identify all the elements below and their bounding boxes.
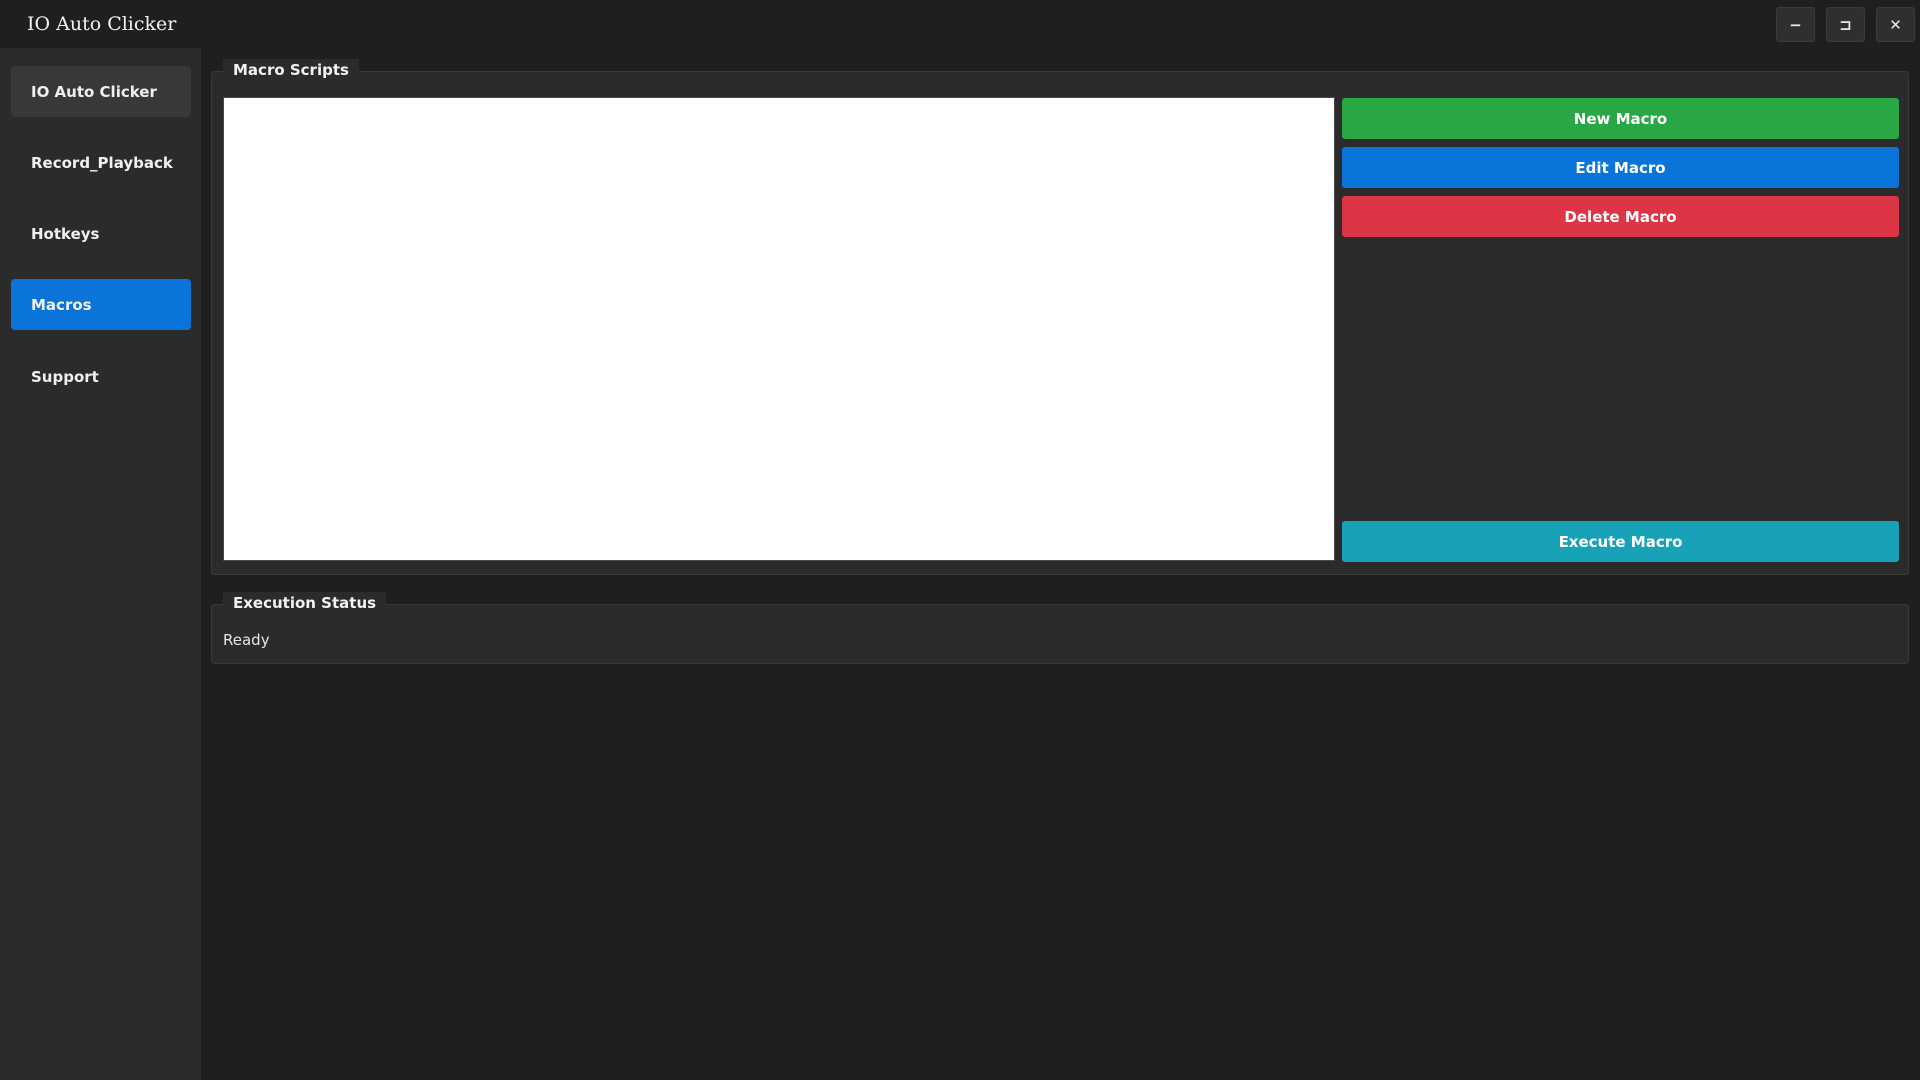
close-icon: ✕ (1889, 15, 1902, 34)
execute-macro-button[interactable]: Execute Macro (1342, 521, 1899, 562)
maximize-button[interactable]: ⊐ (1826, 7, 1865, 42)
minimize-icon: − (1789, 15, 1802, 34)
execution-status-label: Execution Status (223, 592, 387, 614)
close-button[interactable]: ✕ (1876, 7, 1915, 42)
sidebar-item-label: Macros (31, 295, 92, 314)
maximize-icon: ⊐ (1839, 15, 1852, 34)
sidebar-item-macros[interactable]: Macros (11, 279, 191, 330)
sidebar-item-label: Record_Playback (31, 153, 173, 172)
sidebar-item-label: Support (31, 367, 99, 386)
sidebar-item-support[interactable]: Support (11, 351, 191, 402)
app-window: IO Auto Clicker − ⊐ ✕ IO Auto Clicker Re… (0, 0, 1920, 1080)
sidebar-item-io-auto-clicker[interactable]: IO Auto Clicker (11, 66, 191, 117)
sidebar-item-record-playback[interactable]: Record_Playback (11, 137, 191, 188)
status-text: Ready (223, 631, 270, 649)
macro-script-list[interactable] (223, 97, 1335, 561)
macro-scripts-label: Macro Scripts (223, 59, 359, 81)
minimize-button[interactable]: − (1776, 7, 1815, 42)
sidebar: IO Auto Clicker Record_Playback Hotkeys … (0, 48, 201, 1080)
sidebar-item-label: Hotkeys (31, 224, 100, 243)
sidebar-item-label: IO Auto Clicker (31, 82, 157, 101)
window-title: IO Auto Clicker (27, 13, 177, 35)
execution-status-group (211, 604, 1909, 664)
delete-macro-button[interactable]: Delete Macro (1342, 196, 1899, 237)
title-bar[interactable]: IO Auto Clicker − ⊐ ✕ (0, 0, 1920, 48)
sidebar-item-hotkeys[interactable]: Hotkeys (11, 208, 191, 259)
new-macro-button[interactable]: New Macro (1342, 98, 1899, 139)
edit-macro-button[interactable]: Edit Macro (1342, 147, 1899, 188)
